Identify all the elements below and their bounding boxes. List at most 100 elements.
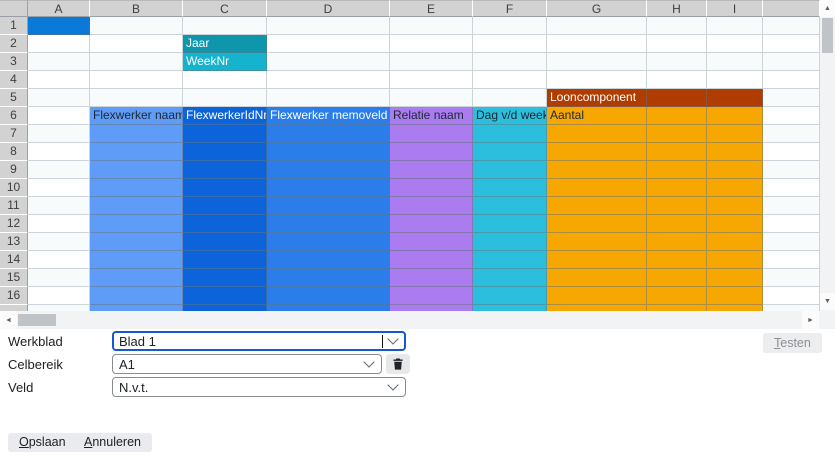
cell-D6[interactable]: Flexwerker memoveld bbox=[267, 107, 390, 125]
cell-A16[interactable] bbox=[28, 287, 90, 305]
cell-clipped15[interactable] bbox=[763, 269, 820, 287]
delete-celbereik-button[interactable] bbox=[386, 354, 410, 374]
row-header-12[interactable]: 12 bbox=[0, 215, 28, 233]
cell-G13[interactable] bbox=[547, 233, 647, 251]
row-header-1[interactable]: 1 bbox=[0, 17, 28, 35]
cell-A12[interactable] bbox=[28, 215, 90, 233]
cell-F5[interactable] bbox=[473, 89, 547, 107]
row-header-16[interactable]: 16 bbox=[0, 287, 28, 305]
cell-A10[interactable] bbox=[28, 179, 90, 197]
cell-clipped2[interactable] bbox=[763, 35, 820, 53]
cell-E5[interactable] bbox=[390, 89, 473, 107]
cell-I16[interactable] bbox=[707, 287, 763, 305]
cell-D16[interactable] bbox=[267, 287, 390, 305]
cell-I12[interactable] bbox=[707, 215, 763, 233]
cell-F14[interactable] bbox=[473, 251, 547, 269]
cell-H14[interactable] bbox=[647, 251, 707, 269]
cell-I15[interactable] bbox=[707, 269, 763, 287]
cell-D4[interactable] bbox=[267, 71, 390, 89]
cell-G4[interactable] bbox=[547, 71, 647, 89]
cell-D1[interactable] bbox=[267, 17, 390, 35]
cell-C13[interactable] bbox=[183, 233, 267, 251]
cell-C3[interactable]: WeekNr bbox=[183, 53, 267, 71]
opslaan-button[interactable]: Opslaan bbox=[8, 433, 77, 452]
cell-E14[interactable] bbox=[390, 251, 473, 269]
annuleren-button[interactable]: Annuleren bbox=[73, 433, 152, 452]
cell-I8[interactable] bbox=[707, 143, 763, 161]
cell-F16[interactable] bbox=[473, 287, 547, 305]
row-header-4[interactable]: 4 bbox=[0, 71, 28, 89]
cell-A3[interactable] bbox=[28, 53, 90, 71]
cell-F15[interactable] bbox=[473, 269, 547, 287]
cell-H4[interactable] bbox=[647, 71, 707, 89]
cell-A1[interactable] bbox=[28, 17, 90, 35]
cell-E1[interactable] bbox=[390, 17, 473, 35]
cell-C7[interactable] bbox=[183, 125, 267, 143]
cell-B1[interactable] bbox=[90, 17, 183, 35]
cell-G2[interactable] bbox=[547, 35, 647, 53]
cell-I9[interactable] bbox=[707, 161, 763, 179]
cell-clipped3[interactable] bbox=[763, 53, 820, 71]
chevron-down-icon[interactable] bbox=[387, 333, 398, 344]
cell-I5[interactable] bbox=[707, 89, 763, 107]
cell-clipped7[interactable] bbox=[763, 125, 820, 143]
cell-F1[interactable] bbox=[473, 17, 547, 35]
cell-clipped11[interactable] bbox=[763, 197, 820, 215]
cell-E2[interactable] bbox=[390, 35, 473, 53]
cell-clipped14[interactable] bbox=[763, 251, 820, 269]
cell-C15[interactable] bbox=[183, 269, 267, 287]
cell-I3[interactable] bbox=[707, 53, 763, 71]
cell-B12[interactable] bbox=[90, 215, 183, 233]
vertical-scrollbar[interactable]: ▲ ▼ bbox=[820, 0, 835, 311]
column-header-H[interactable]: H bbox=[647, 0, 707, 17]
cell-B3[interactable] bbox=[90, 53, 183, 71]
cell-G7[interactable] bbox=[547, 125, 647, 143]
cell-I10[interactable] bbox=[707, 179, 763, 197]
cell-E16[interactable] bbox=[390, 287, 473, 305]
column-header-G[interactable]: G bbox=[547, 0, 647, 17]
cell-F6[interactable]: Dag v/d week bbox=[473, 107, 547, 125]
cell-F11[interactable] bbox=[473, 197, 547, 215]
cell-F10[interactable] bbox=[473, 179, 547, 197]
cell-D8[interactable] bbox=[267, 143, 390, 161]
cell-B4[interactable] bbox=[90, 71, 183, 89]
veld-combobox[interactable]: N.v.t. bbox=[112, 377, 406, 397]
cell-clipped6[interactable] bbox=[763, 107, 820, 125]
cell-B11[interactable] bbox=[90, 197, 183, 215]
row-header-2[interactable]: 2 bbox=[0, 35, 28, 53]
select-all-corner[interactable] bbox=[0, 0, 28, 17]
cell-D11[interactable] bbox=[267, 197, 390, 215]
cell-G5[interactable]: Looncomponent bbox=[547, 89, 647, 107]
scroll-right-icon[interactable]: ► bbox=[802, 311, 819, 329]
cell-clipped16[interactable] bbox=[763, 287, 820, 305]
row-header-8[interactable]: 8 bbox=[0, 143, 28, 161]
cell-clipped4[interactable] bbox=[763, 71, 820, 89]
cell-C16[interactable] bbox=[183, 287, 267, 305]
cell-B15[interactable] bbox=[90, 269, 183, 287]
cell-B5[interactable] bbox=[90, 89, 183, 107]
cell-F8[interactable] bbox=[473, 143, 547, 161]
cell-E12[interactable] bbox=[390, 215, 473, 233]
cell-G16[interactable] bbox=[547, 287, 647, 305]
cell-E8[interactable] bbox=[390, 143, 473, 161]
cell-E7[interactable] bbox=[390, 125, 473, 143]
cell-A11[interactable] bbox=[28, 197, 90, 215]
cell-A2[interactable] bbox=[28, 35, 90, 53]
cell-G14[interactable] bbox=[547, 251, 647, 269]
cell-F12[interactable] bbox=[473, 215, 547, 233]
cell-D7[interactable] bbox=[267, 125, 390, 143]
cell-E6[interactable]: Relatie naam bbox=[390, 107, 473, 125]
cell-C4[interactable] bbox=[183, 71, 267, 89]
cell-D15[interactable] bbox=[267, 269, 390, 287]
cell-D10[interactable] bbox=[267, 179, 390, 197]
cell-D3[interactable] bbox=[267, 53, 390, 71]
cell-A4[interactable] bbox=[28, 71, 90, 89]
cell-H7[interactable] bbox=[647, 125, 707, 143]
cell-G1[interactable] bbox=[547, 17, 647, 35]
scroll-down-icon[interactable]: ▼ bbox=[820, 293, 835, 310]
cell-clipped1[interactable] bbox=[763, 17, 820, 35]
cell-B10[interactable] bbox=[90, 179, 183, 197]
cell-I6[interactable] bbox=[707, 107, 763, 125]
cell-I14[interactable] bbox=[707, 251, 763, 269]
cell-E4[interactable] bbox=[390, 71, 473, 89]
